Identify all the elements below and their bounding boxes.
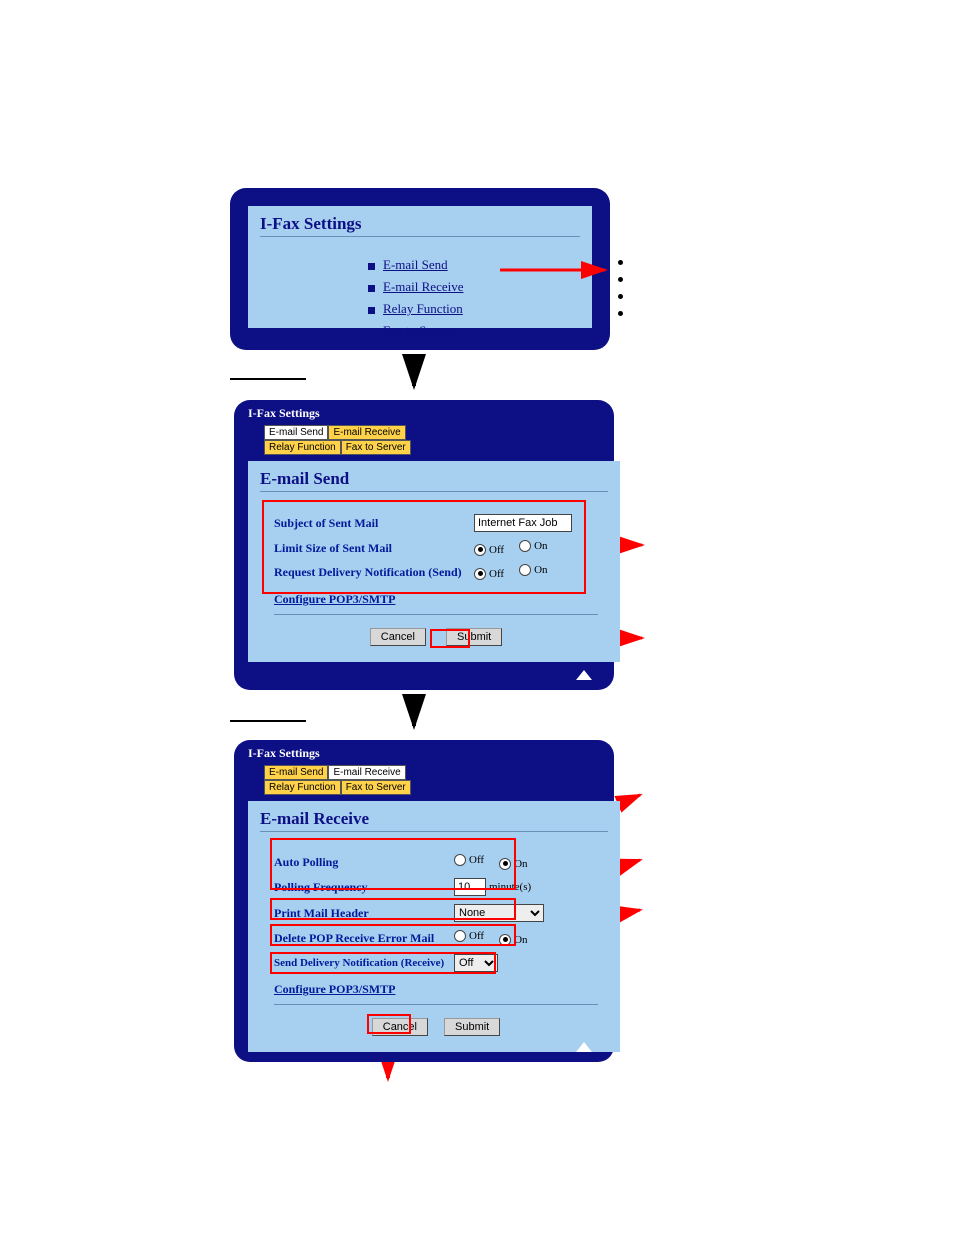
menu-item-relay-function[interactable]: Relay Function <box>368 301 580 317</box>
auto-polling-off-radio[interactable]: Off <box>454 854 484 866</box>
tab-email-receive[interactable]: E-mail Receive <box>328 425 405 440</box>
menu-item-email-send[interactable]: E-mail Send <box>368 257 580 273</box>
button-row: Cancel Submit <box>274 619 598 658</box>
menu-link-email-receive[interactable]: E-mail Receive <box>383 279 464 294</box>
row-polling-frequency: Polling Frequency minute(s) <box>274 878 598 896</box>
bullet-icon <box>618 311 623 316</box>
cancel-button[interactable]: Cancel <box>372 1018 428 1036</box>
row-request-delivery-notif: Request Delivery Notification (Send) Off… <box>274 564 598 580</box>
polling-frequency-label: Polling Frequency <box>274 880 454 895</box>
radio-icon <box>474 568 486 580</box>
menu-link-relay-function[interactable]: Relay Function <box>383 301 463 316</box>
tab-email-send[interactable]: E-mail Send <box>264 425 328 440</box>
limit-on-radio[interactable]: On <box>519 540 547 552</box>
tab-fax-to-server[interactable]: Fax to Server <box>341 440 411 455</box>
delete-pop-error-label: Delete POP Receive Error Mail <box>274 931 454 946</box>
rdn-off-radio[interactable]: Off <box>474 568 504 580</box>
radio-label-off: Off <box>489 544 504 556</box>
breadcrumb: I-Fax Settings <box>238 404 610 425</box>
divider <box>274 1004 598 1005</box>
radio-icon <box>499 858 511 870</box>
sdn-label: Send Delivery Notification (Receive) <box>274 957 454 969</box>
sdn-select[interactable]: Off <box>454 954 498 972</box>
radio-label-off: Off <box>469 930 484 942</box>
scroll-top-icon[interactable] <box>576 1042 592 1052</box>
tab-strip: E-mail SendE-mail Receive Relay Function… <box>238 425 610 455</box>
panel3-title: E-mail Receive <box>248 801 620 831</box>
rdn-label: Request Delivery Notification (Send) <box>274 565 474 580</box>
divider <box>274 614 598 615</box>
email-receive-panel: I-Fax Settings E-mail SendE-mail Receive… <box>234 740 614 1062</box>
ifax-menu: E-mail Send E-mail Receive Relay Functio… <box>248 247 592 355</box>
radio-icon <box>454 930 466 942</box>
tab-strip: E-mail SendE-mail Receive Relay Function… <box>238 765 610 795</box>
menu-item-fax-to-server[interactable]: Fax to Server <box>368 323 580 339</box>
radio-label-on: On <box>514 858 527 870</box>
bullet-icon <box>368 329 375 336</box>
configure-pop3-smtp-link[interactable]: Configure POP3/SMTP <box>274 592 395 606</box>
radio-label-off: Off <box>489 568 504 580</box>
polling-unit-label: minute(s) <box>489 881 531 893</box>
bullet-icon <box>618 277 623 282</box>
row-print-mail-header: Print Mail Header None <box>274 904 598 922</box>
radio-icon <box>454 854 466 866</box>
bullet-icon <box>368 263 375 270</box>
bullet-icon <box>368 307 375 314</box>
polling-frequency-input[interactable] <box>454 878 486 896</box>
radio-label-on: On <box>534 540 547 552</box>
limit-size-label: Limit Size of Sent Mail <box>274 541 474 556</box>
row-subject: Subject of Sent Mail <box>274 514 598 532</box>
bullet-icon <box>618 294 623 299</box>
radio-icon <box>519 564 531 576</box>
tab-fax-to-server[interactable]: Fax to Server <box>341 780 411 795</box>
row-send-delivery-notif: Send Delivery Notification (Receive) Off <box>274 954 598 972</box>
menu-link-email-send[interactable]: E-mail Send <box>383 257 448 272</box>
subject-input[interactable] <box>474 514 572 532</box>
row-limit-size: Limit Size of Sent Mail Off On <box>274 540 598 556</box>
panel2-title: E-mail Send <box>248 461 620 491</box>
radio-label-on: On <box>534 564 547 576</box>
submit-button[interactable]: Submit <box>446 628 502 646</box>
scroll-top-icon[interactable] <box>576 670 592 680</box>
submit-button[interactable]: Submit <box>444 1018 500 1036</box>
radio-icon <box>519 540 531 552</box>
row-delete-pop-error: Delete POP Receive Error Mail Off On <box>274 930 598 946</box>
tab-email-receive[interactable]: E-mail Receive <box>328 765 405 780</box>
bullet-icon <box>368 285 375 292</box>
auto-polling-label: Auto Polling <box>274 855 454 870</box>
bullet-icon <box>618 260 623 265</box>
menu-link-fax-to-server[interactable]: Fax to Server <box>383 323 453 338</box>
radio-label-on: On <box>514 934 527 946</box>
tab-email-send[interactable]: E-mail Send <box>264 765 328 780</box>
text-underline <box>230 378 306 380</box>
divider <box>260 236 580 237</box>
radio-icon <box>474 544 486 556</box>
print-mail-header-select[interactable]: None <box>454 904 544 922</box>
limit-off-radio[interactable]: Off <box>474 544 504 556</box>
rdn-on-radio[interactable]: On <box>519 564 547 576</box>
divider <box>260 491 608 492</box>
breadcrumb: I-Fax Settings <box>238 744 610 765</box>
email-send-panel: I-Fax Settings E-mail SendE-mail Receive… <box>234 400 614 690</box>
tab-relay-function[interactable]: Relay Function <box>264 780 341 795</box>
text-underline <box>230 720 306 722</box>
cancel-button[interactable]: Cancel <box>370 628 426 646</box>
configure-pop3-smtp-link[interactable]: Configure POP3/SMTP <box>274 982 395 996</box>
tab-relay-function[interactable]: Relay Function <box>264 440 341 455</box>
divider <box>260 831 608 832</box>
menu-item-email-receive[interactable]: E-mail Receive <box>368 279 580 295</box>
delete-err-on-radio[interactable]: On <box>499 934 527 946</box>
panel1-title: I-Fax Settings <box>248 206 592 236</box>
ifax-settings-menu-panel: I-Fax Settings E-mail Send E-mail Receiv… <box>230 188 610 350</box>
radio-icon <box>499 934 511 946</box>
radio-label-off: Off <box>469 854 484 866</box>
subject-label: Subject of Sent Mail <box>274 516 474 531</box>
delete-err-off-radio[interactable]: Off <box>454 930 484 942</box>
button-row: Cancel Submit <box>274 1009 598 1048</box>
print-mail-header-label: Print Mail Header <box>274 906 454 921</box>
row-auto-polling: Auto Polling Off On <box>274 854 598 870</box>
auto-polling-on-radio[interactable]: On <box>499 858 527 870</box>
